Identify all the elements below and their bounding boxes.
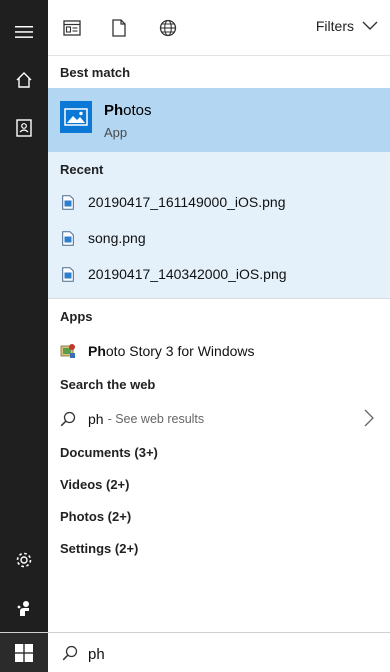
settings-button[interactable] <box>0 536 48 584</box>
notebook-button[interactable] <box>0 104 48 152</box>
recent-section: Recent 20190417_161149000_iOS.png song.p… <box>48 152 390 299</box>
app-result-name-rest: oto Story 3 for Windows <box>105 343 255 359</box>
recent-item-name: 20190417_161149000_iOS.png <box>88 194 286 210</box>
photo-story-icon <box>60 343 76 359</box>
category-photos[interactable]: Photos (2+) <box>60 509 131 524</box>
filters-dropdown[interactable]: Filters <box>316 18 378 34</box>
search-web-header: Search the web <box>60 377 156 392</box>
image-file-icon <box>60 265 76 283</box>
documents-filter-button[interactable] <box>103 12 135 44</box>
home-button[interactable] <box>0 56 48 104</box>
windows-logo-icon <box>15 644 33 662</box>
category-documents[interactable]: Documents (3+) <box>60 445 158 460</box>
best-match-header: Best match <box>60 65 131 80</box>
web-filter-button[interactable] <box>152 12 184 44</box>
home-icon <box>16 72 32 88</box>
recent-item[interactable]: 20190417_161149000_iOS.png <box>60 184 380 220</box>
search-toolbar: Filters <box>48 0 390 56</box>
image-file-icon <box>60 193 76 211</box>
app-result-name: Photo Story 3 for Windows <box>88 343 255 359</box>
left-rail <box>0 0 48 632</box>
web-result-item[interactable]: ph - See web results <box>60 408 380 430</box>
globe-icon <box>159 19 177 37</box>
recent-header: Recent <box>60 162 104 177</box>
best-match-name: Photos <box>104 102 152 119</box>
app-result-item[interactable]: Photo Story 3 for Windows <box>60 340 380 362</box>
app-result-name-highlight: Ph <box>88 343 106 359</box>
best-match-name-rest: otos <box>123 102 152 119</box>
apps-icon <box>63 20 81 36</box>
best-match-item[interactable]: Photos App <box>48 88 390 152</box>
search-icon <box>60 411 76 427</box>
recent-item[interactable]: 20190417_140342000_iOS.png <box>60 256 380 292</box>
feedback-icon <box>17 601 29 616</box>
web-hint: - See web results <box>107 412 205 426</box>
chevron-down-icon <box>362 21 378 30</box>
photos-app-icon <box>60 101 92 133</box>
document-icon <box>112 19 126 37</box>
search-box-icon <box>62 645 78 661</box>
category-videos[interactable]: Videos (2+) <box>60 477 129 492</box>
recent-item-name: 20190417_140342000_iOS.png <box>88 266 287 282</box>
menu-button[interactable] <box>0 8 48 56</box>
category-settings[interactable]: Settings (2+) <box>60 541 138 556</box>
apps-header: Apps <box>60 309 93 324</box>
notebook-icon <box>16 119 32 137</box>
feedback-button[interactable] <box>0 584 48 632</box>
search-input[interactable] <box>88 643 368 665</box>
recent-item-name: song.png <box>88 230 146 246</box>
start-button[interactable] <box>0 633 48 672</box>
apps-filter-button[interactable] <box>56 12 88 44</box>
best-match-name-highlight: Ph <box>104 102 124 119</box>
chevron-right-icon[interactable] <box>364 409 374 427</box>
image-file-icon <box>60 229 76 247</box>
gear-icon <box>16 552 32 568</box>
recent-item[interactable]: song.png <box>60 220 380 256</box>
hamburger-icon <box>15 26 33 38</box>
web-query: ph <box>88 411 104 427</box>
best-match-type: App <box>104 125 128 140</box>
taskbar-search-bar <box>0 632 390 672</box>
filters-label: Filters <box>315 18 354 34</box>
